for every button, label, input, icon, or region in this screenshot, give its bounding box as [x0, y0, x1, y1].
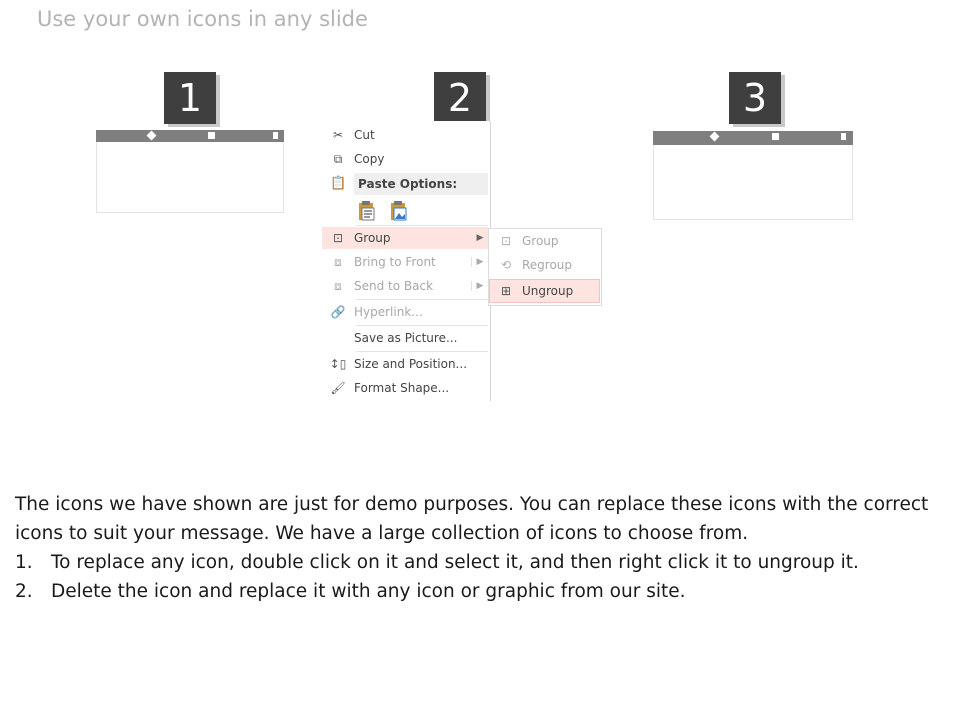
menu-item-format-shape[interactable]: 🖌 Format Shape...	[322, 377, 488, 399]
table-header-bar	[96, 130, 284, 142]
menu-separator	[356, 225, 488, 226]
menu-item-copy[interactable]: ⧉ Copy	[322, 148, 488, 170]
size-position-icon: ↕▯	[329, 357, 347, 371]
table-graphic-1[interactable]	[96, 130, 284, 213]
send-to-back-icon: ⧈	[334, 278, 342, 293]
menu-item-cut[interactable]: ✂ Cut	[322, 124, 488, 146]
clipboard-icon: 📋	[330, 176, 347, 191]
menu-item-send-to-back[interactable]: ⧈ Send to Back ▶	[322, 275, 488, 297]
list-item: 2. Delete the icon and replace it with a…	[15, 581, 686, 602]
submenu-arrow-icon: ▶	[471, 257, 488, 267]
menu-separator	[356, 351, 488, 352]
table-header-bar	[653, 131, 853, 145]
menu-item-size-and-position[interactable]: ↕▯ Size and Position...	[322, 353, 488, 375]
paint-brush-icon: 🖌	[330, 381, 346, 395]
group-submenu: ⊡ Group ⟲ Regroup ⊞ Ungroup	[488, 228, 602, 306]
group-icon: ⊡	[500, 234, 512, 248]
trash-icon	[841, 133, 846, 140]
scissors-icon: ✂	[332, 128, 344, 142]
step-1-badge: 1	[164, 72, 216, 124]
submenu-item-regroup[interactable]: ⟲ Regroup	[490, 254, 599, 276]
hyperlink-icon: 🔗	[330, 305, 346, 319]
bring-to-front-icon: ⧈	[334, 254, 342, 269]
menu-item-hyperlink[interactable]: 🔗 Hyperlink...	[322, 301, 488, 323]
ungroup-icon: ⊞	[500, 284, 512, 298]
briefcase-icon	[772, 133, 779, 140]
paste-options-header: Paste Options:	[354, 173, 488, 195]
menu-separator	[356, 299, 488, 300]
context-menu: ✂ Cut ⧉ Copy 📋 Paste Options: ⊡ Group ▶ …	[322, 121, 491, 401]
paste-picture-icon[interactable]	[388, 199, 410, 223]
tag-icon	[709, 131, 720, 142]
submenu-arrow-icon: ▶	[471, 281, 488, 291]
group-icon: ⊡	[332, 231, 344, 245]
list-item: 1. To replace any icon, double click on …	[15, 552, 859, 573]
menu-item-save-as-picture[interactable]: Save as Picture...	[322, 327, 488, 349]
trash-icon	[273, 132, 278, 139]
submenu-item-group[interactable]: ⊡ Group	[490, 230, 599, 252]
tag-icon	[146, 130, 157, 141]
menu-separator	[356, 325, 488, 326]
slide-title: Use your own icons in any slide	[37, 7, 368, 31]
menu-item-bring-to-front[interactable]: ⧈ Bring to Front ▶	[322, 251, 488, 273]
paste-options-row	[356, 199, 410, 223]
instructions-text: The icons we have shown are just for dem…	[15, 490, 935, 606]
submenu-item-ungroup[interactable]: ⊞ Ungroup	[489, 279, 600, 303]
copy-icon: ⧉	[333, 151, 343, 166]
regroup-icon: ⟲	[500, 258, 512, 272]
paste-keep-source-icon[interactable]	[356, 199, 378, 223]
step-3-badge: 3	[729, 72, 781, 124]
step-2-badge: 2	[434, 72, 486, 124]
submenu-arrow-icon: ▶	[476, 233, 484, 243]
briefcase-icon	[208, 132, 215, 139]
table-graphic-3[interactable]	[653, 131, 853, 220]
menu-item-group[interactable]: ⊡ Group ▶	[322, 227, 488, 249]
intro-paragraph: The icons we have shown are just for dem…	[15, 494, 929, 544]
